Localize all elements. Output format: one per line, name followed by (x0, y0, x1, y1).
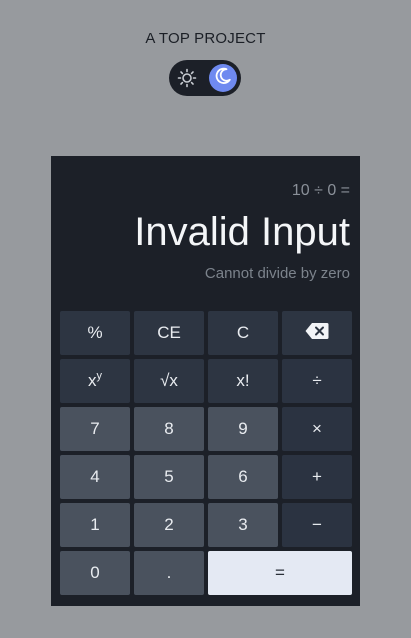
keypad: % CE C xy √x x! ÷ 7 8 9 × 4 5 6 + 1 2 3 … (60, 311, 352, 595)
digit-9-button[interactable]: 9 (208, 407, 278, 451)
sun-icon (177, 68, 197, 88)
equals-button[interactable]: = (208, 551, 352, 595)
square-root-button[interactable]: √x (134, 359, 204, 403)
divide-button[interactable]: ÷ (282, 359, 352, 403)
digit-1-button[interactable]: 1 (60, 503, 130, 547)
digit-2-button[interactable]: 2 (134, 503, 204, 547)
multiply-button[interactable]: × (282, 407, 352, 451)
digit-6-button[interactable]: 6 (208, 455, 278, 499)
add-button[interactable]: + (282, 455, 352, 499)
moon-toggle-knob[interactable] (209, 64, 237, 92)
power-exponent: y (96, 370, 103, 382)
page: A TOP PROJECT 10 ÷ 0 = Invalid Input Can… (0, 0, 411, 638)
digit-8-button[interactable]: 8 (134, 407, 204, 451)
expression-display: 10 ÷ 0 = (291, 182, 350, 199)
project-title: A TOP PROJECT (145, 30, 266, 47)
digit-4-button[interactable]: 4 (60, 455, 130, 499)
clear-button[interactable]: C (208, 311, 278, 355)
power-base: x (88, 371, 97, 390)
moon-icon (213, 66, 233, 91)
error-message: Cannot divide by zero (204, 265, 350, 282)
factorial-button[interactable]: x! (208, 359, 278, 403)
decimal-button[interactable]: . (134, 551, 204, 595)
subtract-button[interactable]: − (282, 503, 352, 547)
percent-button[interactable]: % (60, 311, 130, 355)
digit-5-button[interactable]: 5 (134, 455, 204, 499)
digit-3-button[interactable]: 3 (208, 503, 278, 547)
theme-toggle[interactable] (169, 60, 241, 96)
power-button[interactable]: xy (60, 359, 130, 403)
digit-7-button[interactable]: 7 (60, 407, 130, 451)
result-display: Invalid Input (134, 210, 350, 254)
backspace-icon (305, 322, 329, 345)
digit-0-button[interactable]: 0 (60, 551, 130, 595)
calculator-display: 10 ÷ 0 = Invalid Input Cannot divide by … (51, 156, 360, 306)
calculator: 10 ÷ 0 = Invalid Input Cannot divide by … (51, 156, 360, 606)
backspace-button[interactable] (282, 311, 352, 355)
clear-entry-button[interactable]: CE (134, 311, 204, 355)
